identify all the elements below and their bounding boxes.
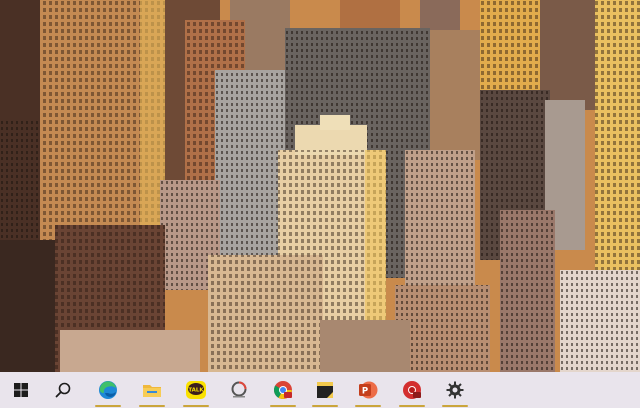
svg-text:TALK: TALK [188, 387, 204, 393]
chrome-icon [273, 381, 292, 399]
running-indicator [139, 405, 165, 407]
kakaotalk-icon: TALK [186, 381, 206, 399]
sticky-notes-button[interactable] [306, 372, 344, 408]
settings-button[interactable] [436, 372, 474, 408]
edge-icon [99, 381, 117, 399]
running-indicator [355, 405, 381, 407]
start-button[interactable] [2, 372, 40, 408]
windows-logo-icon [14, 383, 28, 397]
file-explorer-button[interactable] [133, 372, 171, 408]
running-indicator [95, 405, 121, 407]
search-button[interactable] [44, 372, 82, 408]
running-indicator [270, 405, 296, 407]
powerpoint-icon: P [359, 381, 378, 399]
running-indicator [312, 405, 338, 407]
running-indicator [183, 405, 209, 407]
running-indicator [399, 405, 425, 407]
app-icon [231, 381, 247, 398]
powerpoint-button[interactable]: P [349, 372, 387, 408]
folder-icon [143, 385, 161, 397]
app-button[interactable] [220, 372, 258, 408]
desktop-wallpaper [0, 0, 640, 372]
gear-icon [446, 381, 464, 399]
running-indicator [442, 405, 468, 407]
taskbar: TALK P [0, 372, 640, 408]
svg-text:P: P [362, 387, 368, 397]
sticky-notes-icon [317, 382, 333, 398]
search-icon [55, 382, 71, 398]
chrome-profile-button[interactable] [393, 372, 431, 408]
city-skyline-image [0, 0, 640, 372]
chrome-button[interactable] [264, 372, 302, 408]
edge-button[interactable] [89, 372, 127, 408]
chrome-icon [403, 381, 421, 399]
kakaotalk-button[interactable]: TALK [177, 372, 215, 408]
